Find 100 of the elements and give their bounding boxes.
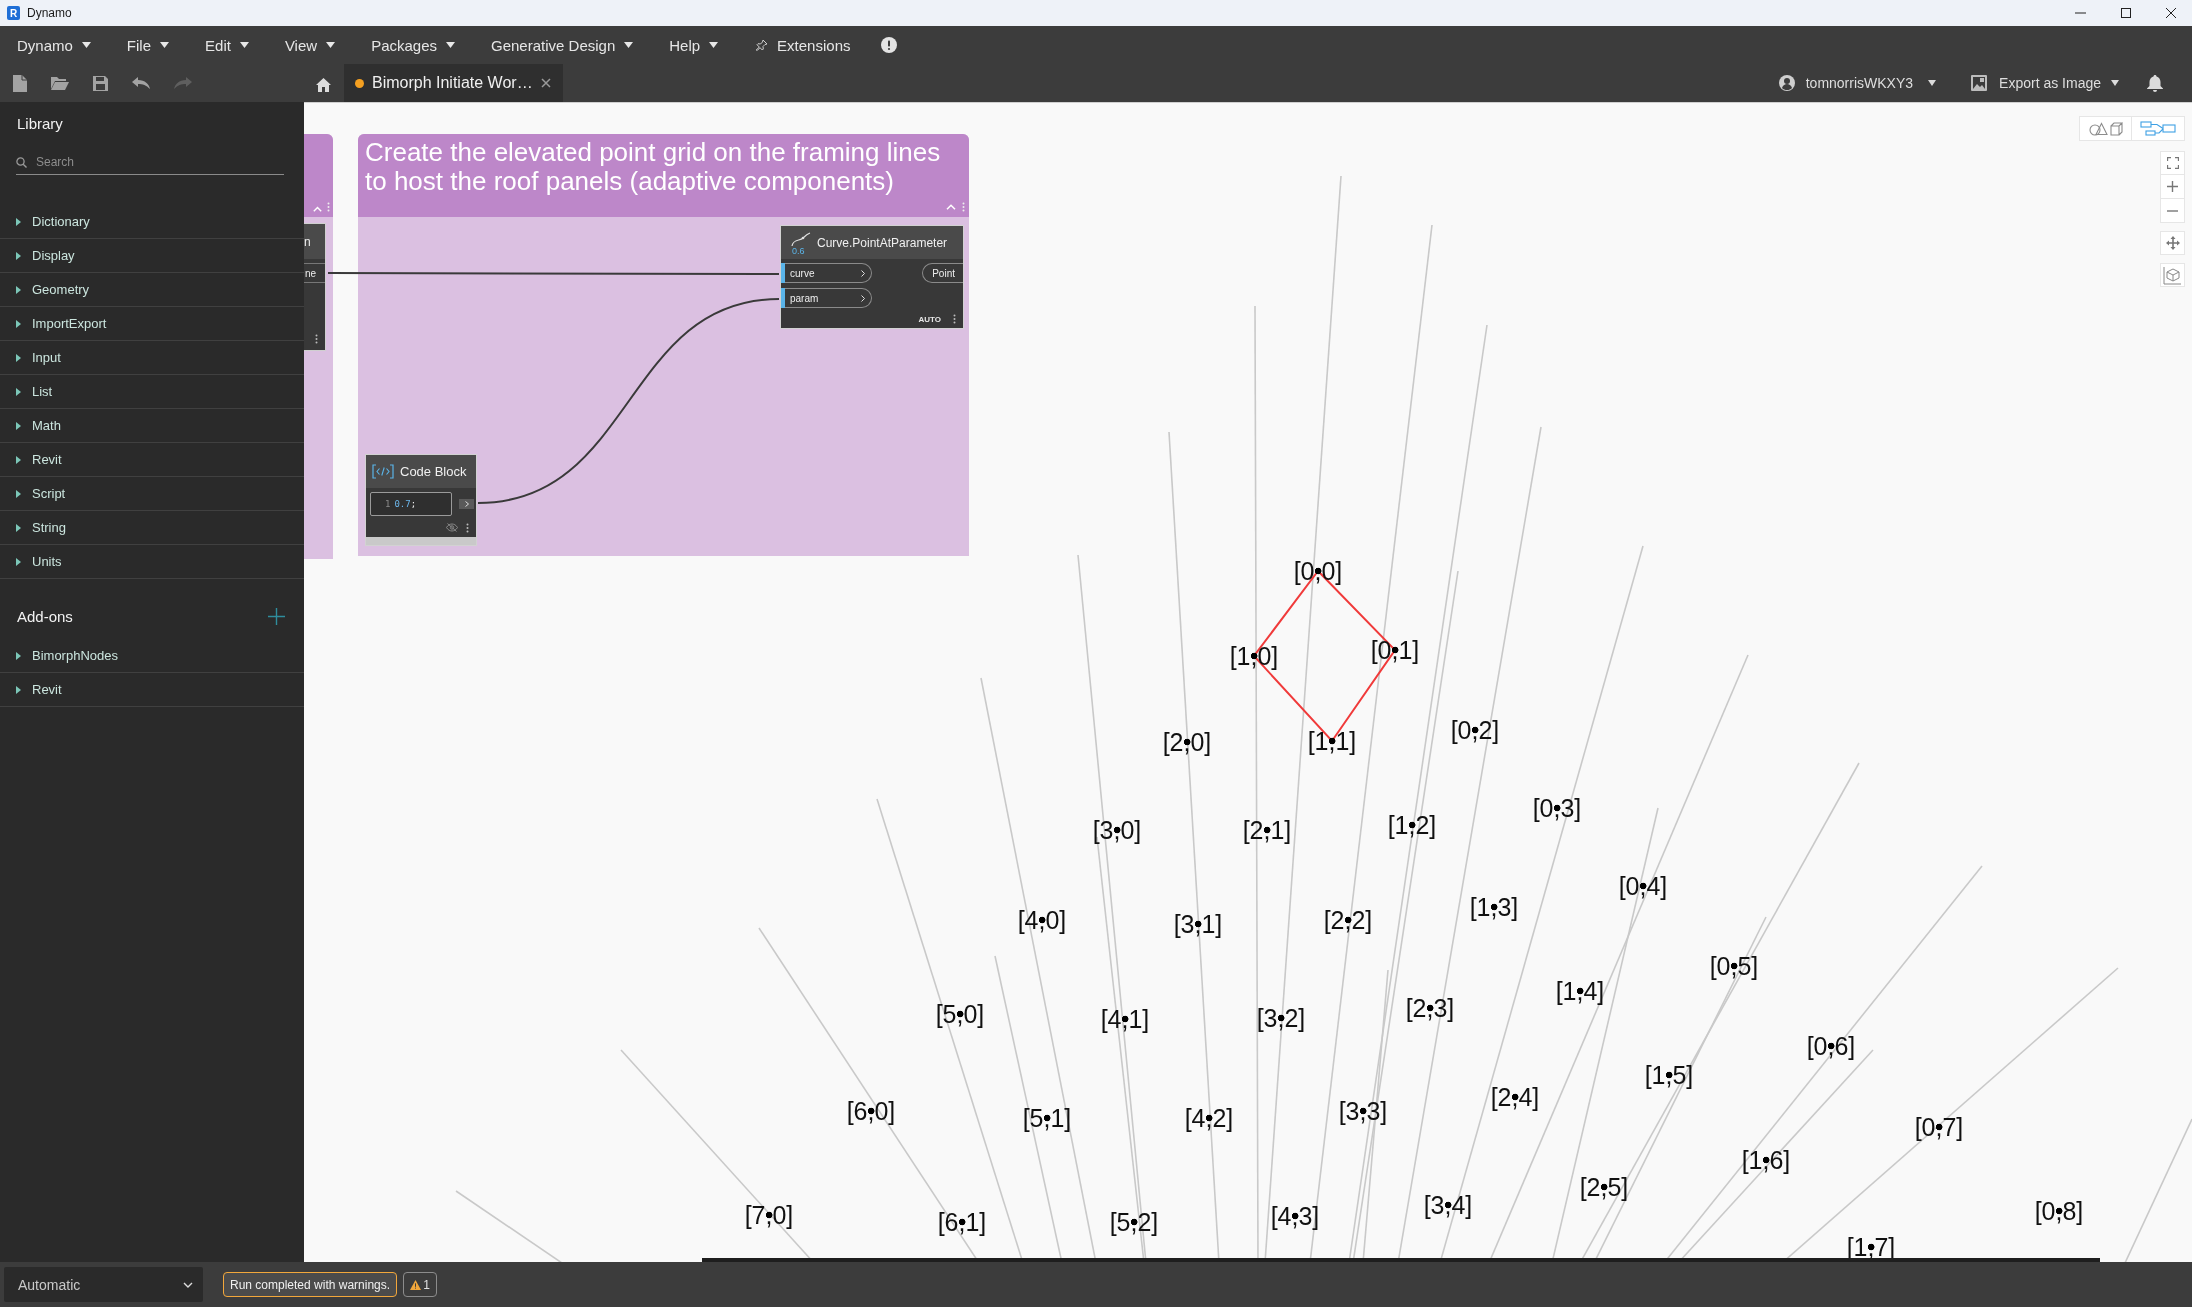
point-label: [5,2] [1109,1209,1159,1235]
menu-item[interactable]: Edit [205,36,249,54]
point-label: [1,6] [1741,1147,1791,1173]
add-icon[interactable] [268,607,285,625]
code-block-node[interactable]: Code Block 1 0.7; [365,454,477,546]
zoom-in-button[interactable] [2160,175,2185,199]
point-label: [1,1] [1307,728,1357,754]
chevron-down-icon [183,1281,193,1288]
library-category[interactable]: Script [0,477,304,511]
point-label: [1,3] [1469,894,1519,920]
point-label: [0,3] [1532,795,1582,821]
library-title: Library [16,114,64,133]
addon-package[interactable]: BimorphNodes [0,639,304,673]
shapes-icon [2088,121,2123,136]
more-options-icon[interactable] [315,334,318,344]
account-menu[interactable]: tomnorrisWKXY3 [1778,75,1937,91]
menu-item[interactable]: Generative Design [491,36,634,54]
point-label: [0,6] [1806,1033,1856,1059]
menu-item[interactable]: Dynamo [17,36,91,54]
save-icon[interactable] [93,75,108,91]
menu-item[interactable]: Help [669,36,719,54]
library-category[interactable]: Geometry [0,273,304,307]
lacing-label[interactable]: AUTO [918,314,941,324]
point-label: [0,2] [1450,717,1500,743]
library-category[interactable]: Input [0,341,304,375]
point-label: [3,3] [1338,1098,1388,1124]
library-category[interactable]: Revit [0,443,304,477]
library-category[interactable]: Dictionary [0,205,304,239]
warning-count-badge[interactable]: 1 [403,1272,438,1297]
warning-icon [410,1279,422,1290]
function-node[interactable]: n ne [304,223,326,351]
code-icon [372,464,394,479]
collapse-caret-icon[interactable] [946,204,956,210]
caret-icon [81,42,91,48]
plus-icon [2167,181,2178,192]
wire[interactable] [327,272,780,275]
search-icon [16,156,27,168]
library-category[interactable]: Math [0,409,304,443]
document-tab[interactable]: Bimorph Initiate Wor… [344,64,563,102]
maximize-icon[interactable] [2121,8,2131,18]
point-label: [2,2] [1323,907,1373,933]
export-button[interactable]: Export as Image [1971,75,2119,91]
fit-icon [2166,157,2179,169]
point-label: [3,0] [1092,817,1142,843]
point-label: [2,3] [1405,995,1455,1021]
point-label: [6,1] [937,1209,987,1235]
curve-icon [791,231,811,247]
new-file-icon[interactable] [13,74,27,92]
caret-icon [446,42,455,48]
code-text: 0.7; [394,499,417,509]
menu-item[interactable]: File [126,36,170,54]
code-editor[interactable]: 1 0.7; [370,492,452,516]
menu-item[interactable]: Extensions [756,36,851,54]
eye-off-icon[interactable] [446,523,458,533]
search-field[interactable]: Search [36,151,284,173]
point-label: [0,5] [1709,953,1759,979]
notification-bell-icon[interactable] [2147,74,2163,92]
pan-button[interactable] [2160,231,2185,255]
more-options-icon[interactable] [466,522,469,533]
node-group[interactable]: n ne [304,134,333,559]
zoom-to-fit-button[interactable] [2160,151,2185,175]
library-category[interactable]: String [0,511,304,545]
open-folder-icon[interactable] [51,76,69,90]
home-icon[interactable] [316,78,331,92]
menu-item[interactable]: View [284,36,336,54]
close-icon[interactable] [2166,8,2176,18]
zoom-out-button[interactable] [2160,199,2185,223]
point-label: [2,5] [1579,1174,1629,1200]
collapse-caret-icon[interactable] [313,206,322,212]
point-label: [4,2] [1184,1105,1234,1131]
more-options-icon[interactable] [953,314,956,324]
orbit-button[interactable] [2160,263,2185,287]
output-port[interactable]: ne [304,263,325,283]
point-label: [4,1] [1100,1006,1150,1032]
library-category[interactable]: List [0,375,304,409]
undo-icon[interactable] [132,77,150,89]
point-label: [7,0] [744,1202,794,1228]
point-label: [4,3] [1270,1203,1320,1229]
point-label: [0,8] [2034,1198,2084,1224]
point-label: [2,4] [1490,1084,1540,1110]
menu-item[interactable]: Packages [371,36,455,54]
point-label: [0,4] [1618,873,1668,899]
library-category[interactable]: Units [0,545,304,579]
chevron-icon [861,269,865,277]
caret-icon [624,42,634,48]
point-label: [2,0] [1162,729,1212,755]
geometry-view-button[interactable] [2079,116,2132,141]
minus-icon [2167,209,2178,212]
point-label: [4,0] [1017,907,1067,933]
library-category[interactable]: Display [0,239,304,273]
graph-view-button[interactable] [2132,116,2185,141]
point-label: [0,7] [1914,1114,1964,1140]
info-icon[interactable] [881,37,898,53]
function-node[interactable]: 0.6 Curve.PointAtParameter curve param Point AUTO [780,225,964,329]
run-mode-dropdown[interactable]: Automatic [4,1267,203,1302]
library-category[interactable]: ImportExport [0,307,304,341]
scrollbar-thumb[interactable] [702,1258,2100,1262]
point-label: [2,1] [1242,817,1292,843]
addon-package[interactable]: Revit [0,673,304,707]
output-port[interactable] [459,499,474,509]
